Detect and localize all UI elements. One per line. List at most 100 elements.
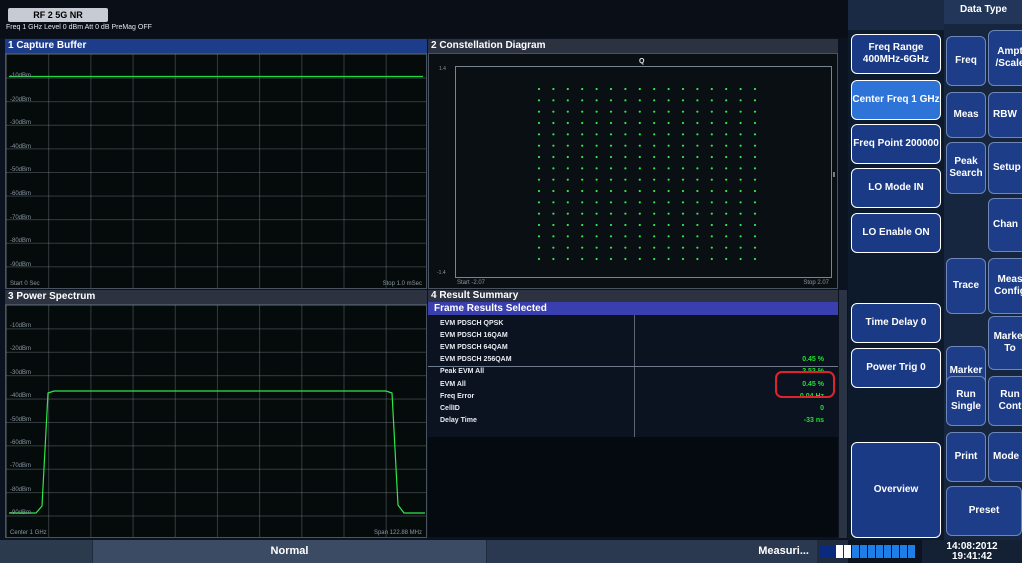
constellation-point xyxy=(595,257,598,261)
power-spectrum-plot[interactable]: -10dBm -20dBm -30dBm -40dBm -50dBm -60dBm -70d… xyxy=(5,304,427,538)
constellation-point xyxy=(653,201,656,204)
capture-y-label: -90dBm xyxy=(10,261,32,268)
softkey-lo-enable-on[interactable]: LO Enable ON xyxy=(851,213,941,253)
hardkey-meas[interactable]: Meas xyxy=(946,92,986,138)
constellation-point xyxy=(624,212,627,215)
constellation-point xyxy=(624,110,627,113)
constellation-point xyxy=(681,189,685,193)
softkey-freq-range-400mhz-6ghz[interactable]: Freq Range 400MHz-6GHz xyxy=(851,34,941,74)
constellation-point xyxy=(681,110,685,113)
constellation-point xyxy=(753,201,757,204)
constellation-point xyxy=(566,189,569,193)
constellation-point xyxy=(552,257,555,261)
constellation-point xyxy=(566,167,569,170)
constellation-point xyxy=(696,189,699,193)
progress-segment xyxy=(908,545,915,558)
constellation-point xyxy=(581,235,584,238)
constellation-point xyxy=(552,246,555,249)
constellation-point xyxy=(653,167,656,170)
constellation-point xyxy=(667,155,670,159)
hardkey-chan[interactable]: Chan xyxy=(988,198,1022,252)
constellation-point xyxy=(566,223,569,227)
preset-button[interactable]: Preset xyxy=(946,486,1022,536)
result-name: EVM PDSCH 16QAM xyxy=(440,332,508,340)
constellation-point xyxy=(638,178,641,181)
hardkey-print[interactable]: Print xyxy=(946,432,986,482)
constellation-point xyxy=(552,201,555,204)
hardkey-freq[interactable]: Freq xyxy=(946,36,986,86)
softkey-lo-mode-in[interactable]: LO Mode IN xyxy=(851,168,941,208)
constellation-point xyxy=(638,212,641,215)
constellation-point xyxy=(624,133,627,136)
softkey-time-delay-0[interactable]: Time Delay 0 xyxy=(851,303,941,343)
constellation-point xyxy=(710,257,713,261)
hardkey-run-single[interactable]: Run Single xyxy=(946,376,986,426)
constellation-point xyxy=(725,189,728,193)
constellation-point xyxy=(739,201,742,204)
channel-tab[interactable]: RF 2 5G NR xyxy=(8,8,108,22)
constellation-point xyxy=(537,99,541,102)
constellation-point xyxy=(638,189,641,193)
hardkey-ampt-scale[interactable]: Ampt /Scale xyxy=(988,30,1022,86)
constellation-point xyxy=(753,133,757,136)
constellation-point xyxy=(725,99,728,102)
hardkey-run-cont[interactable]: Run Cont xyxy=(988,376,1022,426)
constellation-point xyxy=(696,110,699,113)
constellation-point xyxy=(739,110,742,113)
softkey-power-trig-0[interactable]: Power Trig 0 xyxy=(851,348,941,388)
spectrum-y-label: -40dBm xyxy=(10,393,32,400)
progress-segment xyxy=(844,545,851,558)
softkey-overview[interactable]: Overview xyxy=(851,442,941,538)
result-name: EVM PDSCH 64QAM xyxy=(440,344,508,352)
constellation-point xyxy=(710,155,713,159)
constellation-point xyxy=(552,133,555,136)
constellation-point xyxy=(552,121,555,125)
constellation-point xyxy=(753,178,757,181)
constellation-point xyxy=(739,178,742,181)
constellation-point xyxy=(696,257,699,261)
constellation-point xyxy=(638,167,641,170)
constellation-point xyxy=(537,178,541,181)
constellation-point xyxy=(710,110,713,113)
constellation-point xyxy=(609,87,613,91)
constellation-point xyxy=(581,178,584,181)
constellation-plot[interactable]: Q I 1.4 -1.4 Start -2.07 Stop 2.07 xyxy=(428,53,838,289)
capture-buffer-plot[interactable]: -10dBm -20dBm -30dBm -40dBm -50dBm -60dBm -70d… xyxy=(5,53,427,289)
softkey-center-freq-1-ghz[interactable]: Center Freq 1 GHz xyxy=(851,80,941,120)
constellation-point xyxy=(609,189,613,193)
result-scrollbar[interactable] xyxy=(839,290,847,538)
constellation-point xyxy=(581,121,584,125)
constellation-point xyxy=(710,167,713,170)
constellation-point xyxy=(710,223,713,227)
constellation-point xyxy=(753,155,757,159)
hardkey-rbw[interactable]: RBW xyxy=(988,92,1022,138)
constellation-point xyxy=(725,223,728,227)
constellation-point xyxy=(552,235,555,238)
hardkey-mode[interactable]: Mode xyxy=(988,432,1022,482)
capture-y-label: -70dBm xyxy=(10,214,32,221)
constellation-point xyxy=(710,201,713,204)
constellation-point xyxy=(537,201,541,204)
constellation-point xyxy=(681,121,685,125)
hardkey-setup[interactable]: Setup xyxy=(988,142,1022,194)
softkey-freq-point-200000[interactable]: Freq Point 200000 xyxy=(851,124,941,164)
constellation-point xyxy=(552,144,555,147)
hardkey-peak-search[interactable]: Peak Search xyxy=(946,142,986,194)
constellation-point xyxy=(725,87,728,91)
constellation-point xyxy=(595,235,598,238)
constellation-point xyxy=(667,212,670,215)
constellation-point xyxy=(552,110,555,113)
constellation-point xyxy=(552,178,555,181)
hardkey-meas-config[interactable]: Meas Config xyxy=(988,258,1022,314)
capture-y-label: -80dBm xyxy=(10,238,32,245)
constellation-point xyxy=(681,167,685,170)
constellation-point xyxy=(609,212,613,215)
constellation-point xyxy=(595,87,598,91)
constellation-point xyxy=(609,110,613,113)
constellation-point xyxy=(609,167,613,170)
constellation-point xyxy=(710,235,713,238)
spectrum-y-label: -20dBm xyxy=(10,346,32,353)
hardkey-trace[interactable]: Trace xyxy=(946,258,986,314)
hardkey-marker-to[interactable]: Marker To xyxy=(988,316,1022,370)
data-type-tab[interactable]: Data Type xyxy=(944,0,1022,24)
